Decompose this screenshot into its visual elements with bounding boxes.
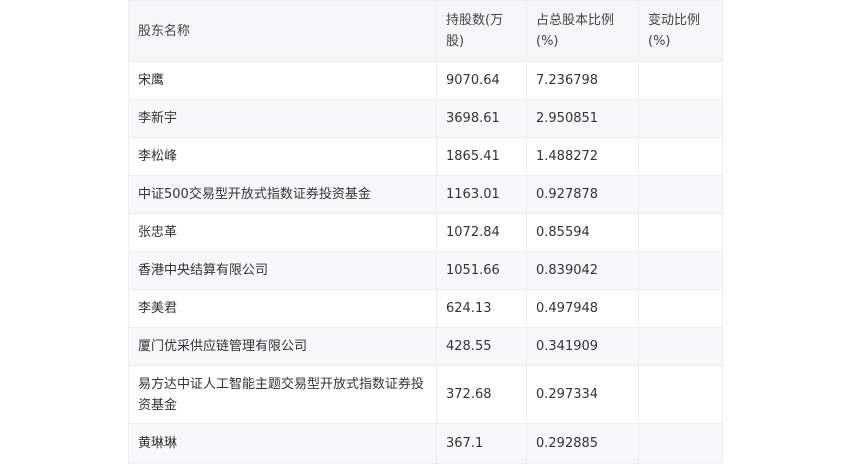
shareholder-table: 股东名称 持股数(万股) 占总股本比例(%) 变动比例(%) 宋鹰 9070.6…	[128, 0, 723, 464]
header-shareholder-name: 股东名称	[128, 0, 437, 62]
cell-ratio: 0.297334	[526, 365, 639, 424]
table-header: 股东名称 持股数(万股) 占总股本比例(%) 变动比例(%)	[128, 0, 723, 62]
cell-change	[638, 289, 723, 328]
cell-name: 易方达中证人工智能主题交易型开放式指数证券投资基金	[128, 365, 437, 424]
cell-shares: 1865.41	[436, 137, 527, 176]
table-row: 香港中央结算有限公司 1051.66 0.839042	[128, 251, 723, 290]
cell-shares: 3698.61	[436, 99, 527, 138]
cell-shares: 9070.64	[436, 61, 527, 100]
table-row: 中证500交易型开放式指数证券投资基金 1163.01 0.927878	[128, 175, 723, 214]
table-row: 易方达中证人工智能主题交易型开放式指数证券投资基金 372.68 0.29733…	[128, 365, 723, 424]
cell-name: 张忠革	[128, 213, 437, 252]
cell-shares: 1072.84	[436, 213, 527, 252]
shareholder-table-container: 股东名称 持股数(万股) 占总股本比例(%) 变动比例(%) 宋鹰 9070.6…	[128, 0, 723, 464]
cell-ratio: 0.839042	[526, 251, 639, 290]
cell-ratio: 0.927878	[526, 175, 639, 214]
cell-change	[638, 365, 723, 424]
cell-change	[638, 137, 723, 176]
header-ratio: 占总股本比例(%)	[526, 0, 639, 62]
cell-change	[638, 423, 723, 464]
cell-name: 宋鹰	[128, 61, 437, 100]
table-row: 宋鹰 9070.64 7.236798	[128, 61, 723, 100]
cell-ratio: 2.950851	[526, 99, 639, 138]
table-row: 黄琳琳 367.1 0.292885	[128, 423, 723, 464]
cell-change	[638, 175, 723, 214]
cell-name: 黄琳琳	[128, 423, 437, 464]
cell-change	[638, 99, 723, 138]
cell-shares: 367.1	[436, 423, 527, 464]
cell-ratio: 0.497948	[526, 289, 639, 328]
cell-ratio: 0.341909	[526, 327, 639, 366]
cell-name: 李新宇	[128, 99, 437, 138]
cell-name: 李松峰	[128, 137, 437, 176]
cell-shares: 372.68	[436, 365, 527, 424]
cell-name: 中证500交易型开放式指数证券投资基金	[128, 175, 437, 214]
cell-change	[638, 61, 723, 100]
table-row: 李松峰 1865.41 1.488272	[128, 137, 723, 176]
cell-name: 香港中央结算有限公司	[128, 251, 437, 290]
cell-name: 厦门优采供应链管理有限公司	[128, 327, 437, 366]
cell-shares: 624.13	[436, 289, 527, 328]
cell-shares: 1163.01	[436, 175, 527, 214]
table-row: 李美君 624.13 0.497948	[128, 289, 723, 328]
header-shares: 持股数(万股)	[436, 0, 527, 62]
table-row: 厦门优采供应链管理有限公司 428.55 0.341909	[128, 327, 723, 366]
cell-shares: 1051.66	[436, 251, 527, 290]
cell-ratio: 1.488272	[526, 137, 639, 176]
cell-ratio: 0.292885	[526, 423, 639, 464]
cell-name: 李美君	[128, 289, 437, 328]
table-body: 宋鹰 9070.64 7.236798 李新宇 3698.61 2.950851…	[128, 61, 723, 464]
cell-change	[638, 251, 723, 290]
table-row: 李新宇 3698.61 2.950851	[128, 99, 723, 138]
table-row: 张忠革 1072.84 0.85594	[128, 213, 723, 252]
cell-change	[638, 327, 723, 366]
header-row: 股东名称 持股数(万股) 占总股本比例(%) 变动比例(%)	[128, 0, 723, 62]
cell-ratio: 7.236798	[526, 61, 639, 100]
cell-ratio: 0.85594	[526, 213, 639, 252]
header-change: 变动比例(%)	[638, 0, 723, 62]
cell-shares: 428.55	[436, 327, 527, 366]
cell-change	[638, 213, 723, 252]
